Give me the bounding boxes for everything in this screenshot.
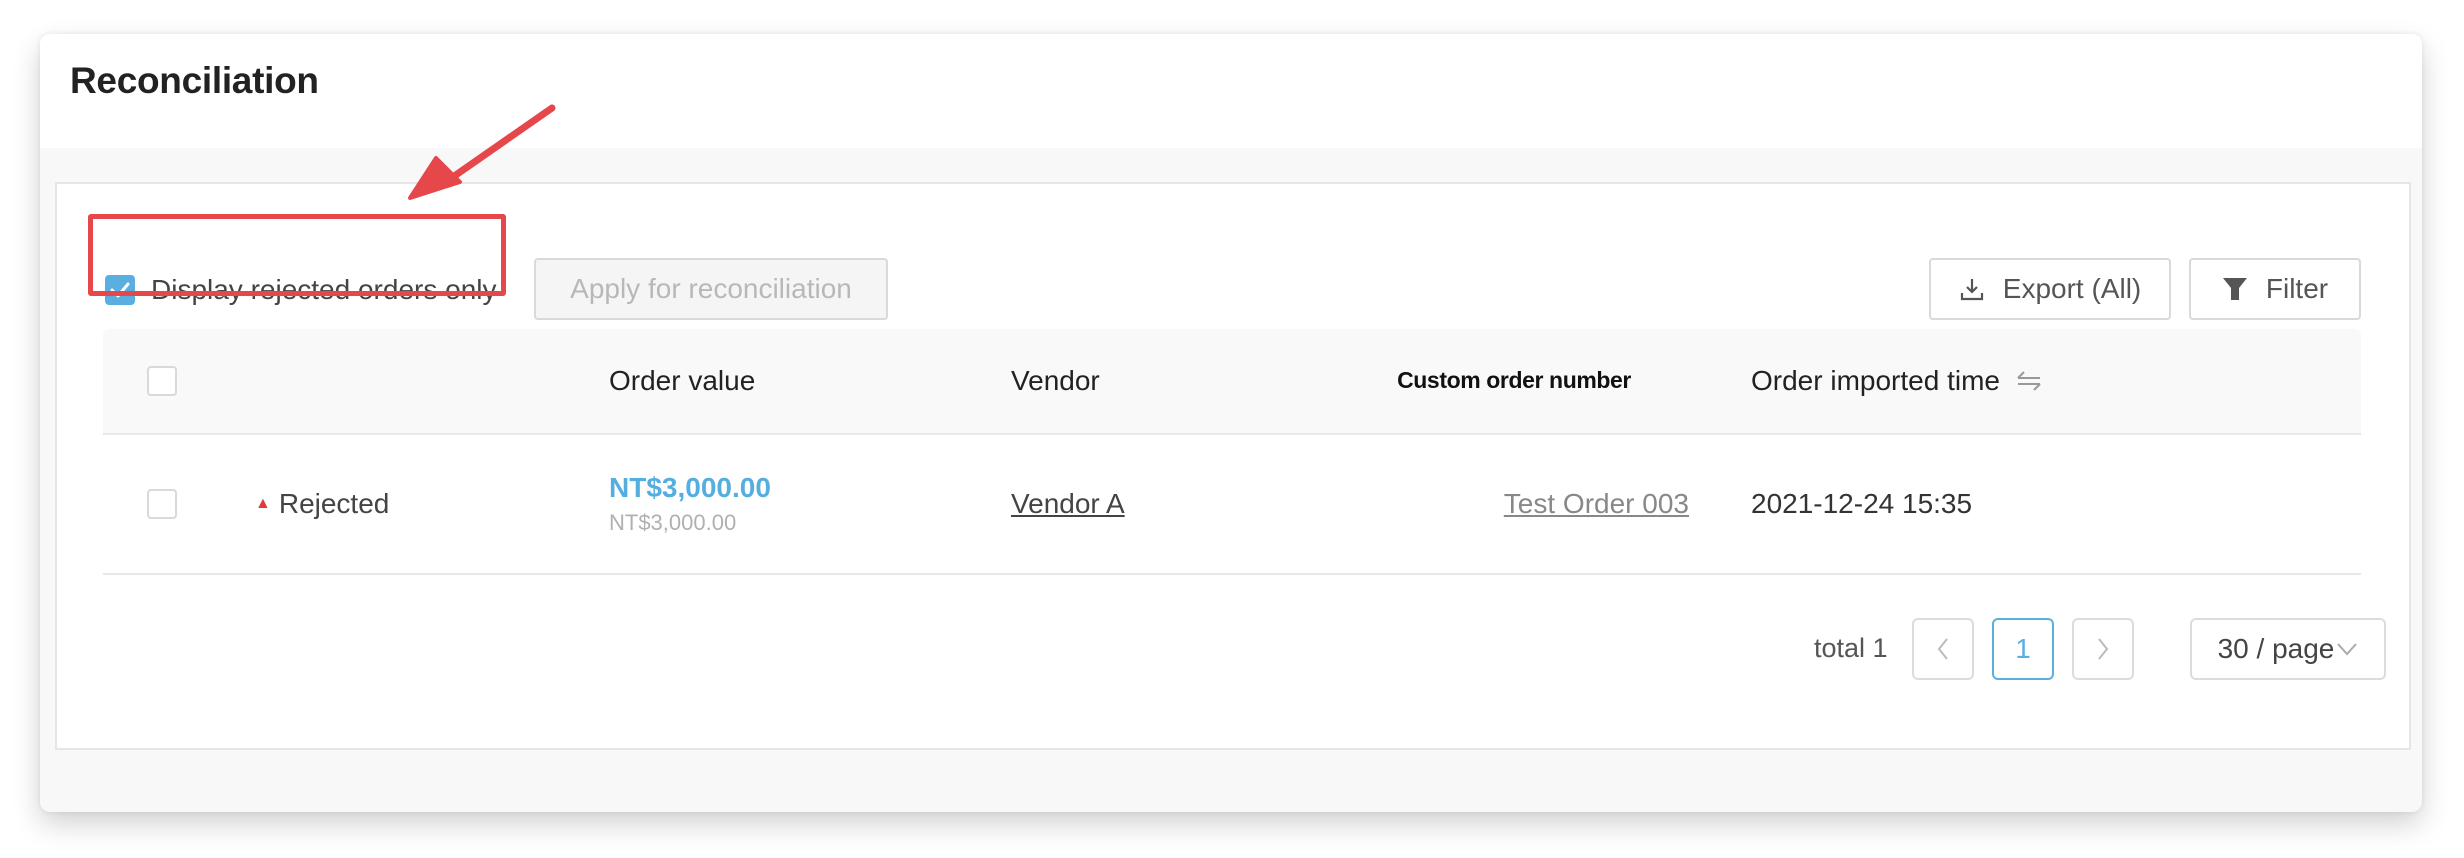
page-size-select[interactable]: 30 / page bbox=[2190, 618, 2386, 680]
vendor-cell: Vendor A bbox=[1011, 435, 1125, 573]
page-button-1[interactable]: 1 bbox=[1992, 618, 2054, 680]
pagination-total: total 1 bbox=[1814, 633, 1888, 663]
custom-order-number-cell: Test Order 003 bbox=[1504, 435, 1689, 573]
filter-label: Filter bbox=[2265, 273, 2329, 304]
export-all-label: Export (All) bbox=[2002, 273, 2142, 304]
prev-page-button[interactable] bbox=[1912, 618, 1974, 680]
download-icon bbox=[1959, 276, 1985, 302]
page-size-value: 30 / page bbox=[2217, 633, 2335, 664]
content-panel: Display rejected orders only Apply for r… bbox=[55, 182, 2411, 750]
apply-reconciliation-button[interactable]: Apply for reconciliation bbox=[534, 258, 888, 320]
row-checkbox[interactable] bbox=[147, 489, 177, 519]
order-value-sub: NT$3,000.00 bbox=[609, 510, 737, 535]
row-select-cell bbox=[147, 435, 177, 573]
chevron-down-icon bbox=[2336, 642, 2358, 656]
chevron-left-icon bbox=[1937, 638, 1948, 660]
header-custom-order-number: Custom order number bbox=[1397, 366, 1631, 393]
rejected-only-checkbox[interactable]: Display rejected orders only bbox=[105, 274, 497, 306]
filter-button[interactable]: Filter bbox=[2189, 258, 2361, 320]
header-imported-time-label: Order imported time bbox=[1751, 365, 2000, 396]
imported-time-cell: 2021-12-24 15:35 bbox=[1751, 488, 1973, 519]
header-order-value: Order value bbox=[609, 365, 756, 396]
table-row: ▲ Rejected NT$3,000.00 NT$3,000.00 Vendo… bbox=[103, 435, 2361, 575]
order-value: NT$3,000.00 bbox=[609, 472, 771, 503]
export-all-button[interactable]: Export (All) bbox=[1929, 258, 2171, 320]
page-header: Reconciliation bbox=[40, 34, 2422, 148]
rejected-only-label: Display rejected orders only bbox=[151, 274, 497, 305]
header-vendor: Vendor bbox=[1011, 365, 1100, 396]
chevron-right-icon bbox=[2098, 638, 2109, 660]
page-title: Reconciliation bbox=[70, 60, 319, 101]
order-value-cell: NT$3,000.00 NT$3,000.00 bbox=[609, 435, 771, 573]
reconciliation-window: Reconciliation Display rejected orders o… bbox=[40, 34, 2422, 812]
apply-reconciliation-label: Apply for reconciliation bbox=[570, 273, 852, 304]
next-page-button[interactable] bbox=[2072, 618, 2134, 680]
select-all-checkbox[interactable] bbox=[147, 366, 177, 396]
triangle-up-icon: ▲ bbox=[255, 495, 271, 512]
status-cell: ▲ Rejected bbox=[255, 435, 389, 573]
select-all-cell bbox=[147, 329, 177, 433]
vendor-link[interactable]: Vendor A bbox=[1011, 488, 1125, 520]
custom-order-number-link[interactable]: Test Order 003 bbox=[1504, 488, 1689, 520]
orders-table: Order value Vendor Custom order number O… bbox=[103, 329, 2361, 575]
funnel-icon bbox=[2222, 277, 2248, 301]
checkbox-checked[interactable] bbox=[105, 275, 135, 305]
sort-arrows-icon[interactable] bbox=[2016, 369, 2042, 393]
header-imported-time[interactable]: Order imported time bbox=[1751, 329, 2042, 433]
status-text: Rejected bbox=[278, 488, 390, 519]
table-header: Order value Vendor Custom order number O… bbox=[103, 329, 2361, 435]
check-icon bbox=[110, 282, 130, 298]
